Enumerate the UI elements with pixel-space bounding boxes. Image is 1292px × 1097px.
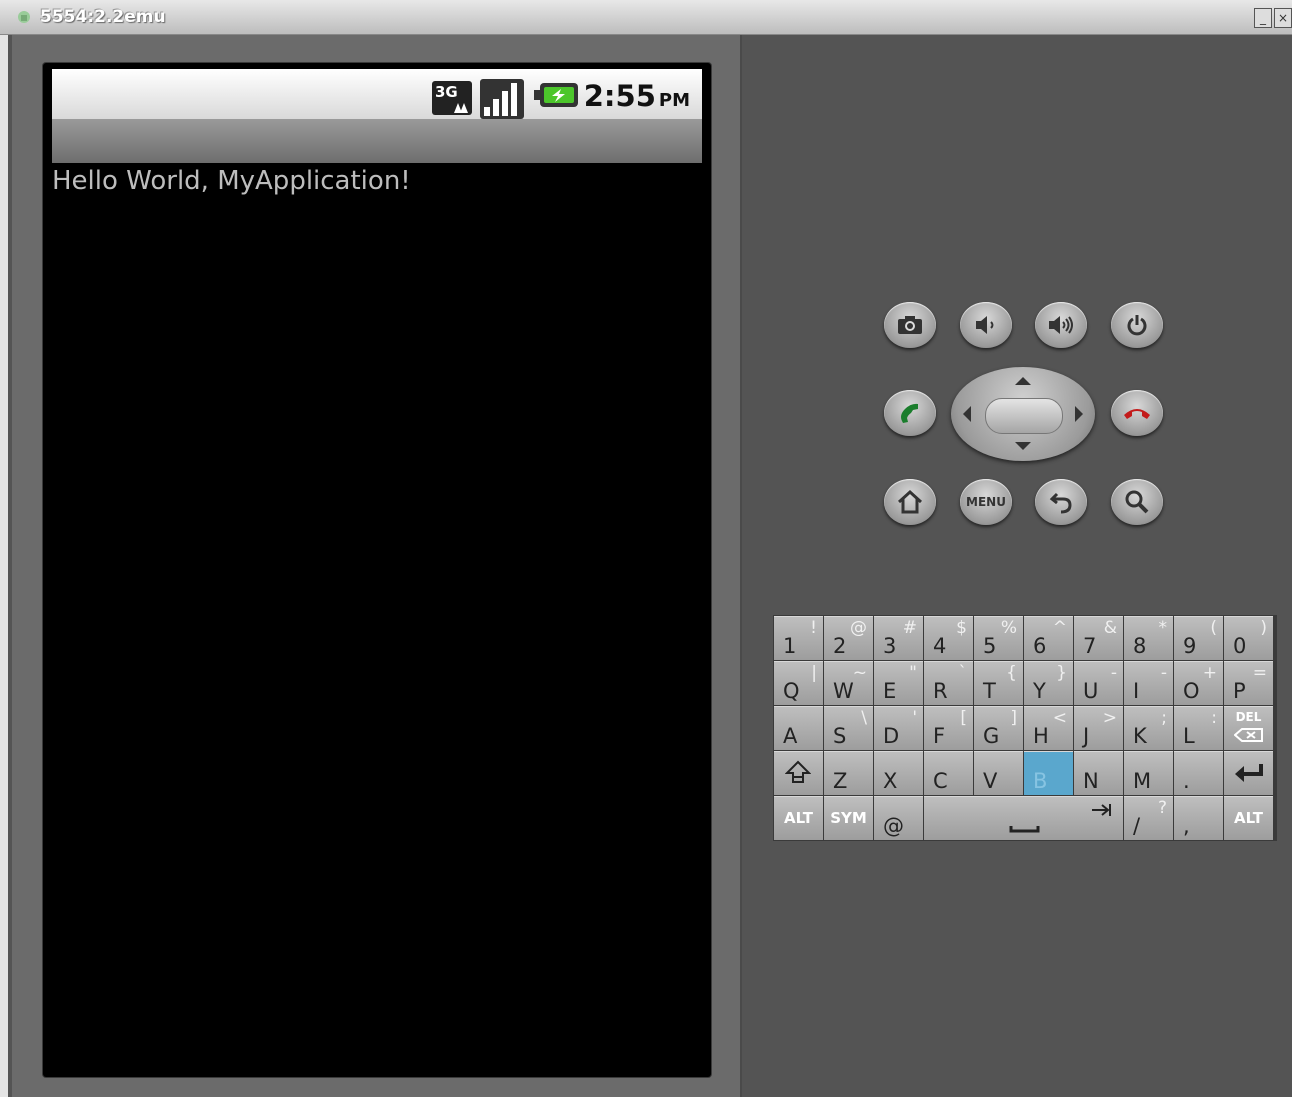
key-n[interactable]: N [1074,751,1123,795]
menu-label: MENU [966,495,1006,509]
window-title: 5554:2.2emu [40,7,166,27]
camera-icon [898,316,922,334]
key-w[interactable]: W ~ [824,661,873,705]
key-v[interactable]: V [974,751,1023,795]
dpad-right-icon[interactable] [1075,406,1083,422]
dpad-center-button[interactable] [985,398,1063,434]
key-3[interactable]: 3 # [874,616,923,660]
key-4[interactable]: 4 $ [924,616,973,660]
key-x[interactable]: X [874,751,923,795]
key-alt[interactable]: ALT [1224,796,1273,840]
back-icon [1049,492,1072,514]
key-r[interactable]: R ` [924,661,973,705]
key-g[interactable]: G] [974,706,1023,750]
key-s[interactable]: S \ [824,706,873,750]
app-title-bar [52,119,702,163]
shift-key[interactable] [774,751,823,795]
home-button[interactable] [884,479,936,525]
key-at[interactable]: @ [874,796,923,840]
power-button[interactable] [1111,302,1163,348]
key-period[interactable]: . [1174,751,1223,795]
phone-call-icon [901,403,918,423]
enter-key[interactable] [1224,751,1273,795]
search-button[interactable] [1111,479,1163,525]
close-button[interactable]: × [1274,8,1292,28]
dpad-left-icon[interactable] [963,406,971,422]
svg-text:3G: 3G [435,83,458,101]
key-e[interactable]: E " [874,661,923,705]
android-icon [18,11,30,23]
key-p[interactable]: P = [1224,661,1273,705]
key-f[interactable]: F[ [924,706,973,750]
key-1[interactable]: 1! [774,616,823,660]
key-alt[interactable]: ALT [774,796,823,840]
key-b[interactable]: B [1024,751,1073,795]
3g-icon: 3G [432,81,472,115]
hello-text: Hello World, MyApplication! [52,166,411,196]
key-j[interactable]: J > [1074,706,1123,750]
clock: 2:55 PM [583,79,690,113]
key-u[interactable]: U- [1074,661,1123,705]
key-slash[interactable]: /? [1124,796,1173,840]
key-0[interactable]: 0) [1224,616,1273,660]
key-8[interactable]: 8 * [1124,616,1173,660]
menu-button[interactable]: MENU [960,479,1012,525]
window-controls: _ × [1254,8,1292,28]
end-call-icon [1124,409,1150,419]
power-icon [1127,315,1147,336]
key-k[interactable]: K; [1124,706,1173,750]
key-i[interactable]: I- [1124,661,1173,705]
backspace-icon [1234,728,1263,742]
volume-up-icon [1049,316,1073,334]
minimize-button[interactable]: _ [1254,8,1272,28]
key-q[interactable]: Q | [774,661,823,705]
dpad-up-icon[interactable] [1015,377,1031,385]
key-o[interactable]: O + [1174,661,1223,705]
back-button[interactable] [1035,479,1087,525]
volume-up-button[interactable] [1035,302,1087,348]
key-5[interactable]: 5% [974,616,1023,660]
key-l[interactable]: L: [1174,706,1223,750]
key-a[interactable]: A [774,706,823,750]
status-bar: 3G 2:55 PM [52,69,702,119]
dpad-down-icon[interactable] [1015,442,1031,450]
dpad[interactable] [951,367,1095,461]
space-key[interactable] [924,796,1123,840]
key-d[interactable]: D ' [874,706,923,750]
key-m[interactable]: M [1124,751,1173,795]
search-icon [1125,490,1149,514]
key-z[interactable]: Z [824,751,873,795]
key-6[interactable]: 6 ^ [1024,616,1073,660]
space-tab-icon [1009,804,1111,833]
camera-button[interactable] [884,302,936,348]
key-sym[interactable]: SYM [824,796,873,840]
delete-key[interactable]: DEL [1224,706,1273,750]
home-icon [897,489,923,514]
key-y[interactable]: Y} [1024,661,1073,705]
enter-icon [1235,764,1263,782]
volume-down-icon [976,316,994,334]
shift-icon [785,760,811,783]
device-screen[interactable]: 3G 2:55 PM Hello World, MyApplication! [43,63,711,1077]
key-2[interactable]: 2 @ [824,616,873,660]
key-t[interactable]: T{ [974,661,1023,705]
battery-charging-icon [534,83,578,107]
key-7[interactable]: 7 & [1074,616,1123,660]
volume-down-button[interactable] [960,302,1012,348]
key-c[interactable]: C [924,751,973,795]
key-9[interactable]: 9( [1174,616,1223,660]
end-call-button[interactable] [1111,390,1163,436]
key-comma[interactable]: , [1174,796,1223,840]
key-h[interactable]: H < [1024,706,1073,750]
window-titlebar: 5554:2.2emu _ × [0,0,1292,35]
keyboard: 1! 2 @3 #4 $5% 6 ^ 7 & 8 * 9(0) Q | W ~ E " R ` T{Y} U - I - O + P =… [773,615,1277,841]
signal-icon [480,79,524,119]
call-button[interactable] [884,390,936,436]
